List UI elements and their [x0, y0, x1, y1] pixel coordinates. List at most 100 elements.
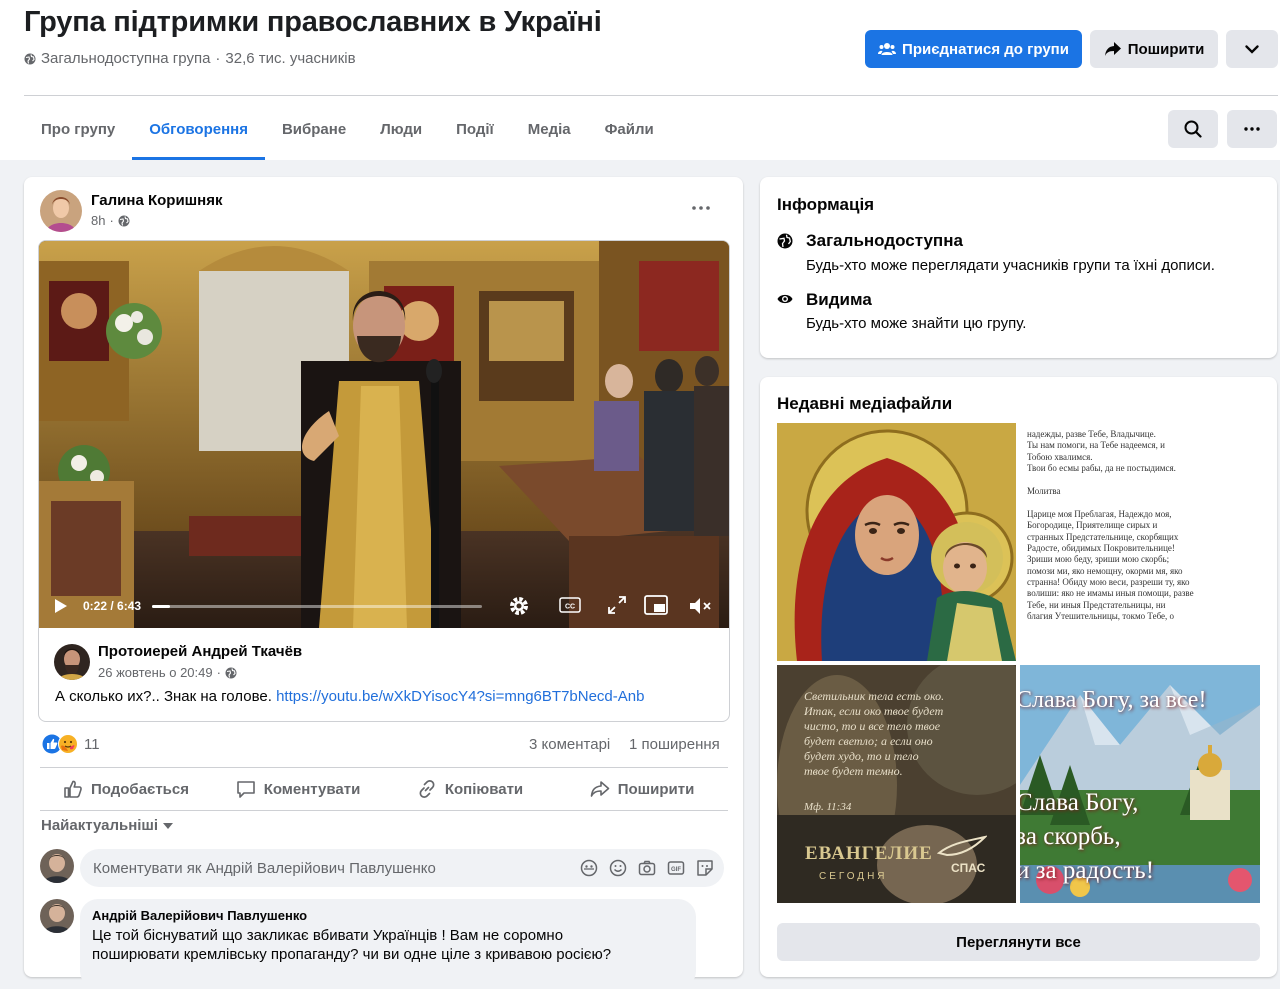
- glory-title: Слава Богу, за все!: [1020, 687, 1207, 713]
- fullscreen-icon[interactable]: [607, 595, 627, 615]
- more-options-button[interactable]: [1226, 30, 1278, 68]
- join-group-button[interactable]: Приєднатися до групи: [865, 30, 1082, 68]
- post-action-bar: Подобається Коментувати Копіювати Пошири…: [40, 767, 728, 811]
- shared-post-date[interactable]: 26 жовтень о 20:49: [98, 665, 213, 680]
- camera-icon[interactable]: [638, 859, 656, 877]
- prayer-line: Твои бо есмы рабы, да не постыдимся.: [1027, 463, 1176, 474]
- tab-events[interactable]: Події: [439, 98, 511, 160]
- group-members[interactable]: 32,6 тис. учасників: [225, 50, 355, 67]
- author-avatar[interactable]: [40, 190, 82, 232]
- tab-media[interactable]: Медіа: [511, 98, 588, 160]
- tab-featured[interactable]: Вибране: [265, 98, 363, 160]
- share-post-label: Поширити: [617, 780, 695, 798]
- prayer-line: странных Предстательнице, скорбящих: [1027, 531, 1179, 542]
- globe-icon: [118, 215, 130, 226]
- prayer-line: Молитва: [1027, 485, 1061, 496]
- verse-line: Светильник тела есть око.: [804, 689, 945, 703]
- search-icon: [1184, 120, 1202, 138]
- post-author-name[interactable]: Галина Коришняк: [91, 192, 223, 209]
- prayer-text: надежды, разве Тебе, Владычице. Ты нам по…: [1027, 429, 1259, 623]
- shared-post-meta: 26 жовтень о 20:49 ·: [98, 665, 237, 680]
- shared-author-name[interactable]: Протоиерей Андрей Ткачёв: [98, 643, 302, 660]
- commenter-avatar[interactable]: [40, 849, 74, 883]
- group-title[interactable]: Група підтримки православних в Україні: [24, 6, 602, 39]
- share-group-button[interactable]: Поширити: [1090, 30, 1218, 68]
- thumbs-up-icon: [64, 780, 82, 798]
- shared-post[interactable]: 0:22 / 6:43 CC Протоиерей Андрей Ткачёв …: [38, 240, 730, 722]
- avatar-sticker-icon[interactable]: [580, 859, 598, 877]
- comment-text-line1: Це той біснуватий що закликає вбивати Ук…: [92, 927, 564, 944]
- comments-count[interactable]: 3 коментарі: [529, 736, 610, 753]
- group-subtitle: Загальнодоступна група · 32,6 тис. учасн…: [24, 50, 356, 67]
- prayer-line: Ты нам помоги, на Тебе надеемся, и: [1027, 440, 1165, 451]
- emoji-icon[interactable]: [609, 859, 627, 877]
- shared-post-text: А сколько их?.. Знак на голове. https://…: [55, 688, 644, 705]
- see-all-media-button[interactable]: Переглянути все: [777, 923, 1260, 961]
- comment-author[interactable]: Андрій Валерійович Павлушенко: [92, 908, 684, 923]
- gif-icon[interactable]: GIF: [667, 859, 685, 877]
- tab-discussion[interactable]: Обговорення: [132, 98, 265, 160]
- prayer-line: Тебе, ни иныя Предстательницы, ни: [1027, 599, 1166, 610]
- visible-title: Видима: [806, 290, 872, 309]
- search-button[interactable]: [1168, 110, 1218, 148]
- glory-line1: Слава Богу,: [1020, 789, 1139, 816]
- share-arrow-icon: [590, 781, 609, 797]
- play-icon[interactable]: [54, 598, 68, 614]
- pip-icon[interactable]: [644, 595, 668, 617]
- segodnya-logo: СЕГОДНЯ: [819, 871, 888, 882]
- share-post-button[interactable]: Поширити: [556, 768, 728, 810]
- separator-dot: ·: [216, 665, 221, 680]
- tabs-more-button[interactable]: [1227, 110, 1277, 148]
- join-group-label: Приєднатися до групи: [902, 40, 1069, 58]
- post-options-button[interactable]: [692, 197, 710, 215]
- settings-gear-icon[interactable]: [508, 595, 530, 617]
- globe-icon: [777, 233, 793, 249]
- video-frame: [39, 241, 729, 628]
- media-tile-prayer[interactable]: надежды, разве Тебе, Владычице. Ты нам по…: [1020, 423, 1260, 661]
- sticker-icon[interactable]: [696, 859, 714, 877]
- like-label: Подобається: [91, 780, 189, 798]
- more-dots-icon: [1244, 127, 1260, 131]
- comment-input[interactable]: Коментувати як Андрій Валерійович Павлуш…: [80, 849, 724, 887]
- copy-button[interactable]: Копіювати: [384, 768, 556, 810]
- glory-line3: и за радость!: [1020, 857, 1155, 884]
- like-button[interactable]: Подобається: [40, 768, 212, 810]
- eye-icon: [777, 294, 793, 304]
- gospel-verse-ref: Мф. 11:34: [804, 801, 852, 813]
- sort-label: Найактуальніші: [41, 817, 159, 834]
- verse-line: Итак, если око твое будет: [804, 704, 944, 718]
- copy-label: Копіювати: [444, 780, 524, 798]
- prayer-line: Радосте, обидимых Покровительнице!: [1027, 542, 1175, 553]
- post-time[interactable]: 8h: [91, 213, 105, 228]
- media-tile-gospel[interactable]: Светильник тела есть око. Итак, если око …: [777, 665, 1016, 903]
- visible-description: Будь-хто може знайти цю групу.: [806, 315, 1027, 332]
- media-tile-glory[interactable]: Слава Богу, за все! Слава Богу, за скорб…: [1020, 665, 1260, 903]
- evangelie-logo: ЕВАНГЕЛИЕ: [805, 843, 933, 864]
- prayer-line: [1027, 475, 1259, 486]
- svg-text:CC: CC: [565, 604, 575, 611]
- comment-button[interactable]: Коментувати: [212, 768, 384, 810]
- media-tile-icon[interactable]: [777, 423, 1016, 661]
- reactions-count[interactable]: 11: [84, 736, 100, 753]
- care-reaction-icon[interactable]: [58, 734, 78, 754]
- shared-author-avatar[interactable]: [54, 644, 90, 680]
- people-icon: [878, 43, 897, 55]
- share-arrow-icon: [1104, 42, 1121, 56]
- video-player[interactable]: 0:22 / 6:43 CC: [39, 241, 729, 628]
- comment-author-avatar[interactable]: [40, 899, 74, 933]
- svg-text:GIF: GIF: [671, 867, 681, 873]
- tab-about[interactable]: Про групу: [24, 98, 132, 160]
- captions-icon[interactable]: CC: [559, 597, 581, 613]
- comment-sort-dropdown[interactable]: Найактуальніші: [41, 817, 174, 834]
- mute-icon[interactable]: [689, 597, 713, 615]
- shared-post-body: А сколько их?.. Знак на голове.: [55, 688, 272, 705]
- caret-down-icon: [163, 822, 174, 829]
- tab-files[interactable]: Файли: [588, 98, 671, 160]
- more-dots-icon: [692, 206, 710, 210]
- tab-people[interactable]: Люди: [363, 98, 439, 160]
- video-progress-track[interactable]: [152, 605, 482, 608]
- shared-post-link[interactable]: https://youtu.be/wXkDYisocY4?si=mng6BT7b…: [276, 688, 644, 705]
- comment-text-line2: поширювати кремлівську пропаганду? чи ви…: [92, 946, 612, 963]
- video-progress-fill: [152, 605, 171, 608]
- shares-count[interactable]: 1 поширення: [629, 736, 720, 753]
